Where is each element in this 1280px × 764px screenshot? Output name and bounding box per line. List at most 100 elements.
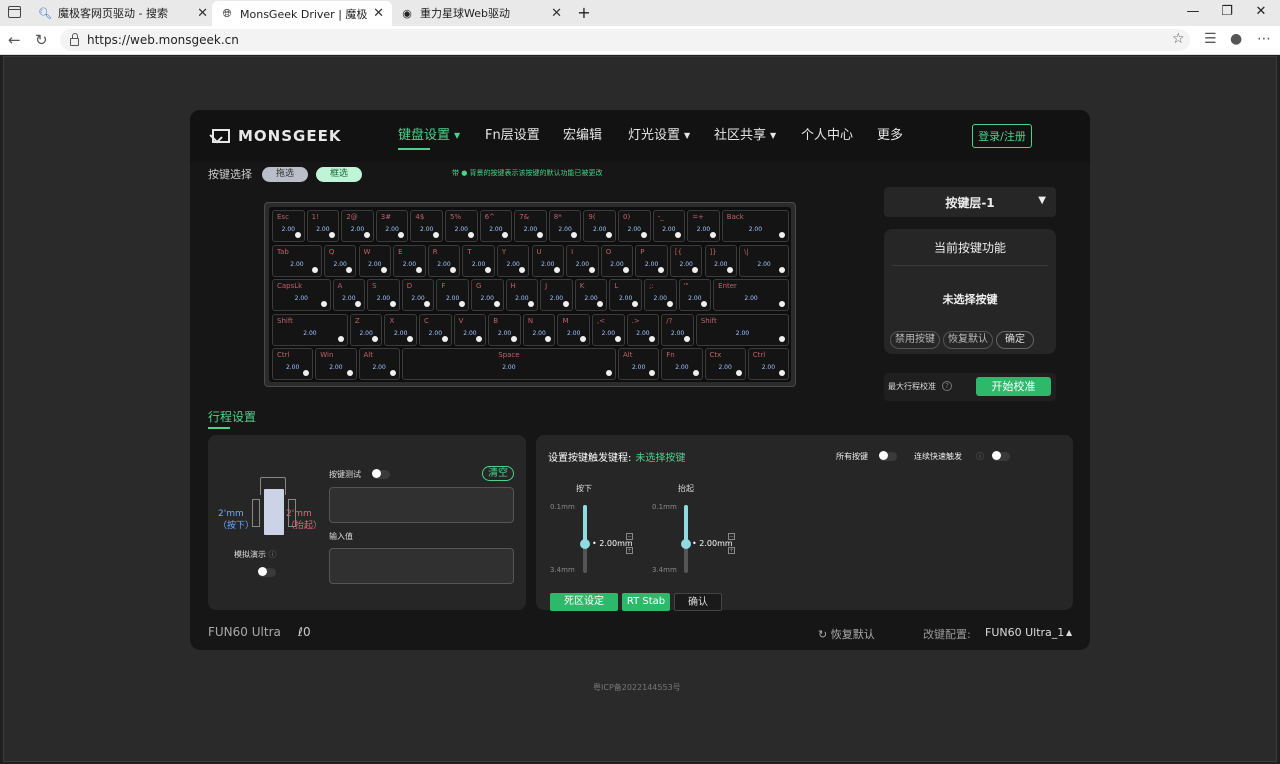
key-l[interactable]: L 2.00 (609, 279, 642, 311)
key-6[interactable]: 6^ 2.00 (479, 210, 513, 242)
key-b[interactable]: B 2.00 (488, 313, 521, 346)
key-i[interactable]: I 2.00 (566, 244, 599, 277)
key-5[interactable]: 5% 2.00 (445, 210, 478, 242)
key-test-output[interactable] (329, 487, 514, 523)
key-symbol[interactable]: \| 2.00 (739, 244, 789, 277)
key-win[interactable]: Win 2.00 (315, 348, 357, 380)
key-alt[interactable]: Alt 2.00 (358, 348, 400, 380)
nav-fn-layer[interactable]: Fn层设置 (485, 124, 540, 143)
close-icon[interactable]: ✕ (373, 6, 384, 21)
minimize-button[interactable]: — (1183, 4, 1203, 19)
rapid-trigger-toggle[interactable] (992, 451, 1010, 461)
help-icon[interactable]: ⓘ (976, 451, 984, 462)
more-icon[interactable]: ⋯ (1257, 31, 1271, 47)
tab-search[interactable]: 🔍︎ 魔极客网页驱动 - 搜索 ✕ (30, 2, 216, 24)
key-enter[interactable]: Enter 2.00 (713, 279, 789, 311)
tab-actions-icon[interactable] (8, 6, 21, 18)
lift-slider[interactable] (681, 505, 691, 573)
key-k[interactable]: K 2.00 (574, 279, 608, 311)
lift-slider-knob[interactable] (681, 538, 691, 549)
favorite-star-icon[interactable]: ☆ (1172, 31, 1185, 47)
caret-up-icon[interactable]: ▲ (1066, 628, 1072, 637)
key-y[interactable]: Y 2.00 (496, 244, 530, 277)
key-symbol[interactable]: /? 2.00 (661, 313, 694, 346)
key-4[interactable]: 4$ 2.00 (410, 210, 443, 242)
key-v[interactable]: V 2.00 (453, 313, 487, 346)
restore-default-button[interactable]: 恢复默认 (943, 331, 993, 349)
press-slider[interactable] (580, 505, 590, 573)
config-select[interactable]: FUN60 Ultra_1 (985, 626, 1064, 639)
help-icon[interactable]: ⓘ (269, 550, 277, 559)
all-keys-toggle[interactable] (879, 451, 897, 461)
nav-macro[interactable]: 宏编辑 (563, 124, 602, 143)
key-t[interactable]: T 2.00 (462, 244, 495, 277)
layer-select[interactable]: 按键层-1 ▼ (884, 187, 1056, 217)
confirm-button[interactable]: 确定 (996, 331, 1034, 349)
key-symbol[interactable]: =+ 2.00 (687, 210, 720, 242)
close-icon[interactable]: ✕ (551, 6, 562, 21)
key-capslk[interactable]: CapsLk 2.00 (272, 279, 331, 311)
icp-footer[interactable]: 粤ICP备2022144553号 (593, 682, 681, 693)
minus-icon[interactable]: − (728, 533, 735, 540)
tab-monsgeek[interactable]: 🌐︎ MonsGeek Driver | 魔极客云驱动 ✕ (212, 1, 392, 26)
logo[interactable]: MONSGEEK (212, 127, 341, 145)
key-r[interactable]: R 2.00 (427, 244, 461, 277)
key-e[interactable]: E 2.00 (393, 244, 426, 277)
key-alt[interactable]: Alt 2.00 (618, 348, 660, 380)
nav-profile[interactable]: 个人中心 (801, 124, 853, 143)
key-shift[interactable]: Shift 2.00 (695, 313, 789, 346)
key-symbol[interactable]: [{2.00 (669, 244, 703, 277)
drag-select-button[interactable]: 拖选 (262, 166, 309, 182)
close-icon[interactable]: ✕ (197, 6, 208, 21)
key-p[interactable]: P 2.00 (635, 244, 668, 277)
plus-icon[interactable]: + (728, 547, 735, 554)
key-symbol[interactable]: .> 2.00 (626, 313, 660, 346)
minus-icon[interactable]: − (626, 533, 633, 540)
rt-stab-button[interactable]: RT Stab (622, 593, 670, 611)
key-fn[interactable]: Fn 2.00 (661, 348, 703, 380)
help-icon[interactable]: ? (942, 381, 952, 391)
key-symbol[interactable]: ;: 2.00 (643, 279, 677, 311)
connection-icon[interactable]: ℓ0 (298, 625, 311, 639)
key-test-toggle[interactable] (372, 469, 390, 479)
login-button[interactable]: 登录/注册 (972, 124, 1032, 148)
input-value-field[interactable] (329, 548, 514, 584)
new-tab-button[interactable]: + (574, 3, 594, 22)
key-symbol[interactable]: '" 2.00 (678, 279, 712, 311)
key-f[interactable]: F 2.00 (436, 279, 469, 311)
box-select-button[interactable]: 框选 (316, 166, 363, 182)
key-a[interactable]: A 2.00 (332, 279, 366, 311)
key-s[interactable]: S 2.00 (367, 279, 400, 311)
key-c[interactable]: C 2.00 (419, 313, 452, 346)
press-slider-knob[interactable] (580, 538, 590, 549)
key-shift[interactable]: Shift 2.00 (272, 313, 348, 346)
key-2[interactable]: 2@ 2.00 (341, 210, 374, 242)
key-m[interactable]: M 2.00 (557, 313, 591, 346)
plus-icon[interactable]: + (626, 547, 633, 554)
restore-default-link[interactable]: ↻ 恢复默认 (818, 626, 875, 642)
key-o[interactable]: O 2.00 (600, 244, 634, 277)
key-symbol[interactable]: ,< 2.00 (592, 313, 625, 346)
clear-button[interactable]: 清空 (482, 466, 514, 481)
key-z[interactable]: Z 2.00 (349, 313, 383, 346)
key-back[interactable]: Back 2.00 (721, 210, 789, 242)
key-x[interactable]: X 2.00 (384, 313, 418, 346)
key-ctrl[interactable]: Ctrl 2.00 (272, 348, 314, 380)
start-calibration-button[interactable]: 开始校准 (976, 377, 1051, 396)
key-h[interactable]: H 2.00 (505, 279, 539, 311)
key-w[interactable]: W 2.00 (358, 244, 392, 277)
key-q[interactable]: Q 2.00 (323, 244, 357, 277)
key-n[interactable]: N 2.00 (522, 313, 556, 346)
key-7[interactable]: 7& 2.00 (514, 210, 547, 242)
key-9[interactable]: 9(2.00 (583, 210, 616, 242)
nav-lighting[interactable]: 灯光设置 ▼ (628, 124, 690, 143)
favorites-list-icon[interactable]: ☰ (1204, 31, 1217, 47)
key-symbol[interactable]: -_ 2.00 (652, 210, 686, 242)
key-ctrl[interactable]: Ctrl 2.00 (747, 348, 789, 380)
key-d[interactable]: D 2.00 (401, 279, 435, 311)
close-window-button[interactable]: ✕ (1251, 4, 1271, 19)
key-g[interactable]: G 2.00 (470, 279, 504, 311)
key-symbol[interactable]: ]} 2.00 (704, 244, 738, 277)
key-3[interactable]: 3# 2.00 (375, 210, 409, 242)
key-esc[interactable]: Esc 2.00 (272, 210, 305, 242)
